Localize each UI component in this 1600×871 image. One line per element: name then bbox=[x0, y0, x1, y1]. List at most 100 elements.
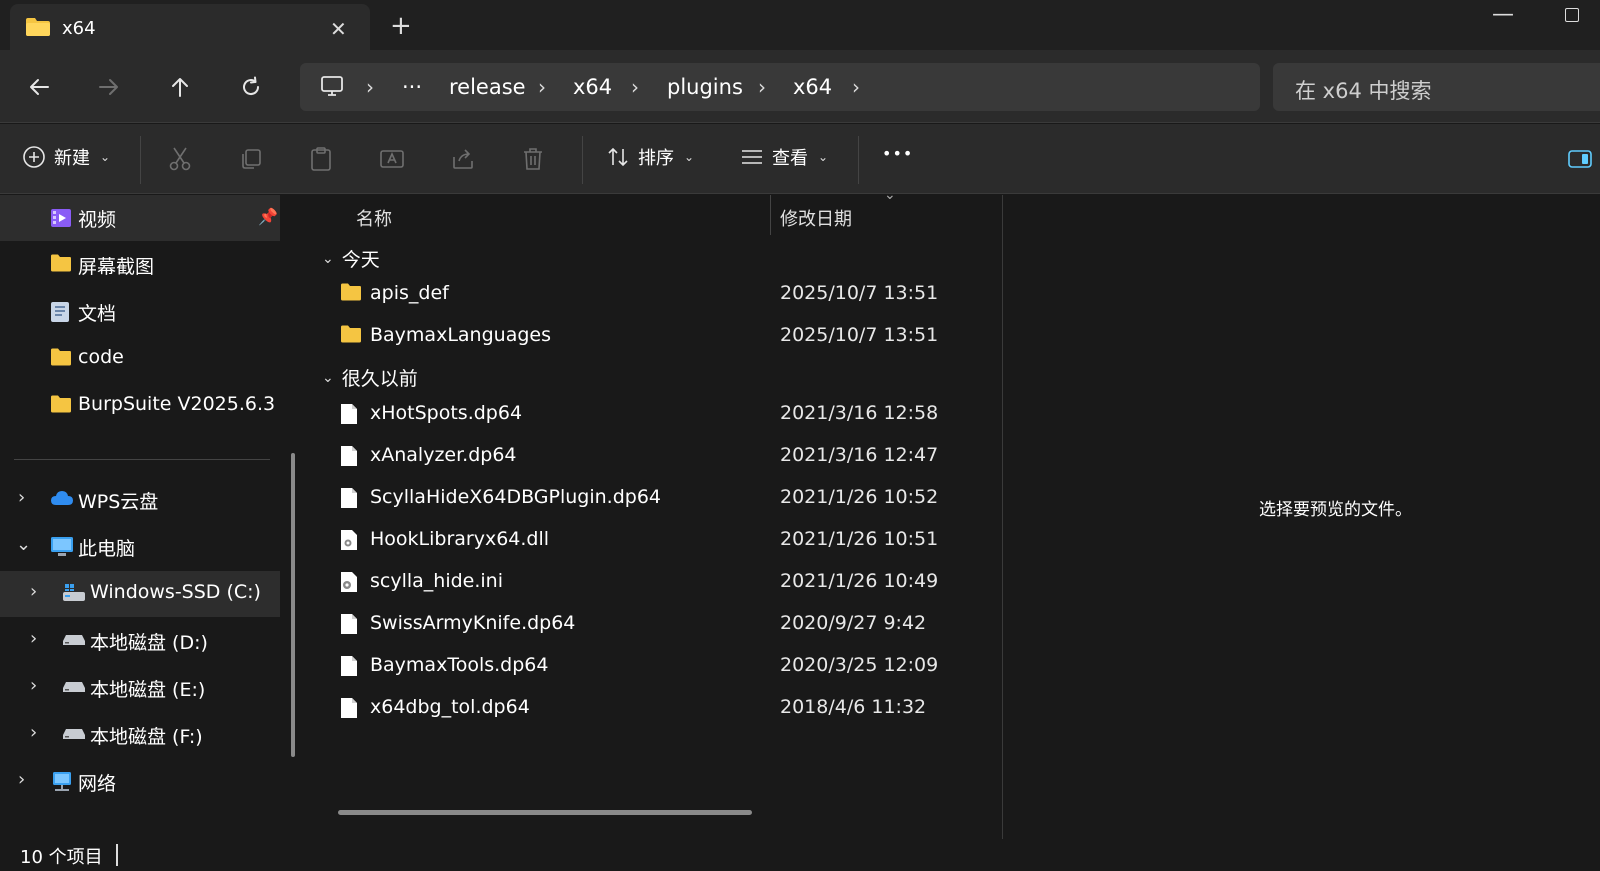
file-row[interactable]: xHotSpots.dp64 2021/3/16 12:58 bbox=[310, 393, 1002, 435]
preview-pane: 选择要预览的文件。 bbox=[1002, 195, 1600, 839]
sidebar-item-drive-d[interactable]: › 本地磁盘 (D:) bbox=[0, 618, 280, 664]
sidebar-item-drive-c[interactable]: › Windows-SSD (C:) bbox=[0, 571, 280, 617]
command-bar: 新建 ⌄ 排序 ⌄ 查看 ⌄ ••• bbox=[0, 124, 1600, 194]
chevron-right-icon[interactable]: › bbox=[18, 769, 25, 790]
sidebar-item-network[interactable]: › 网络 bbox=[0, 759, 280, 805]
chevron-right-icon[interactable]: › bbox=[18, 487, 25, 508]
close-tab-icon[interactable]: ✕ bbox=[330, 17, 347, 41]
file-date: 2021/3/16 12:47 bbox=[780, 444, 939, 466]
paste-icon[interactable] bbox=[307, 145, 335, 173]
view-button[interactable]: 查看 ⌄ bbox=[740, 144, 828, 170]
breadcrumb-x64-current[interactable]: x64 bbox=[793, 75, 832, 99]
file-name: x64dbg_tol.dp64 bbox=[370, 696, 530, 718]
breadcrumb-separator[interactable]: › bbox=[631, 75, 639, 99]
sidebar-divider bbox=[14, 459, 270, 460]
refresh-button[interactable] bbox=[236, 72, 266, 102]
file-icon bbox=[340, 445, 362, 469]
sort-button[interactable]: 排序 ⌄ bbox=[606, 144, 694, 170]
file-date: 2018/4/6 11:32 bbox=[780, 696, 927, 718]
sidebar-item-this-pc[interactable]: ⌄ 此电脑 bbox=[0, 524, 280, 570]
breadcrumb-more[interactable]: ··· bbox=[402, 75, 422, 99]
navigation-bar: › ··· release › x64 › plugins › x64 › 在 … bbox=[0, 50, 1600, 123]
file-row[interactable]: scylla_hide.ini 2021/1/26 10:49 bbox=[310, 561, 1002, 603]
tab-title: x64 bbox=[62, 18, 96, 39]
folder-icon bbox=[25, 17, 51, 41]
breadcrumb-separator[interactable]: › bbox=[852, 75, 860, 99]
cut-icon[interactable] bbox=[166, 145, 194, 173]
sidebar-item-wps-cloud[interactable]: › WPS云盘 bbox=[0, 477, 280, 523]
sidebar-item-documents[interactable]: 文档 bbox=[0, 289, 280, 335]
file-row[interactable]: HookLibraryx64.dll 2021/1/26 10:51 bbox=[310, 519, 1002, 561]
copy-icon[interactable] bbox=[237, 145, 265, 173]
file-name: SwissArmyKnife.dp64 bbox=[370, 612, 576, 634]
breadcrumb-separator[interactable]: › bbox=[758, 75, 766, 99]
chevron-right-icon[interactable]: › bbox=[30, 628, 37, 649]
sidebar-item-label: 此电脑 bbox=[78, 538, 136, 560]
sidebar-item-drive-e[interactable]: › 本地磁盘 (E:) bbox=[0, 665, 280, 711]
folder-icon bbox=[340, 325, 362, 349]
pin-icon[interactable]: 📌 bbox=[258, 207, 278, 226]
back-button[interactable] bbox=[24, 72, 54, 102]
file-date: 2021/3/16 12:58 bbox=[780, 402, 939, 424]
file-date: 2020/9/27 9:42 bbox=[780, 612, 927, 634]
minimize-button[interactable]: — bbox=[1492, 2, 1514, 27]
sidebar-scrollbar[interactable] bbox=[291, 453, 295, 757]
sidebar-item-videos[interactable]: 视频 📌 bbox=[0, 195, 280, 241]
new-tab-button[interactable]: + bbox=[390, 11, 412, 41]
rename-icon[interactable] bbox=[378, 145, 406, 173]
preview-pane-toggle-icon[interactable] bbox=[1566, 145, 1594, 173]
sidebar-item-burpsuite[interactable]: BurpSuite V2025.6.3 bbox=[0, 383, 280, 429]
sidebar-item-label: 本地磁盘 (D:) bbox=[90, 632, 208, 654]
tab-x64[interactable]: x64 ✕ bbox=[10, 4, 370, 50]
breadcrumb-separator[interactable]: › bbox=[366, 75, 374, 99]
file-row[interactable]: BaymaxLanguages 2025/10/7 13:51 bbox=[310, 315, 1002, 357]
chevron-right-icon[interactable]: › bbox=[30, 722, 37, 743]
file-icon bbox=[340, 613, 362, 637]
preview-placeholder: 选择要预览的文件。 bbox=[1259, 500, 1412, 520]
address-bar[interactable]: › ··· release › x64 › plugins › x64 › bbox=[300, 63, 1260, 111]
chevron-right-icon[interactable]: › bbox=[30, 581, 37, 602]
sidebar-item-label: 视频 bbox=[78, 209, 117, 231]
sidebar-item-label: 本地磁盘 (F:) bbox=[90, 726, 203, 748]
delete-icon[interactable] bbox=[519, 145, 547, 173]
group-label: 今天 bbox=[341, 249, 380, 271]
drive-icon bbox=[62, 724, 85, 746]
file-row[interactable]: x64dbg_tol.dp64 2018/4/6 11:32 bbox=[310, 687, 1002, 729]
toolbar-divider bbox=[140, 136, 141, 184]
sidebar-item-label: code bbox=[78, 346, 124, 368]
breadcrumb-x64[interactable]: x64 bbox=[573, 75, 612, 99]
file-row[interactable]: BaymaxTools.dp64 2020/3/25 12:09 bbox=[310, 645, 1002, 687]
sidebar-item-label: Windows-SSD (C:) bbox=[90, 581, 261, 603]
file-row[interactable]: ScyllaHideX64DBGPlugin.dp64 2021/1/26 10… bbox=[310, 477, 1002, 519]
breadcrumb-release[interactable]: release bbox=[449, 75, 526, 99]
column-divider[interactable] bbox=[770, 195, 771, 235]
arrow-left-icon bbox=[30, 79, 49, 95]
group-header-today[interactable]: ⌄ 今天 bbox=[322, 245, 380, 272]
up-button[interactable] bbox=[165, 72, 195, 102]
share-icon[interactable] bbox=[449, 145, 477, 173]
column-header-name[interactable]: 名称 bbox=[356, 205, 392, 231]
breadcrumb-separator[interactable]: › bbox=[538, 75, 546, 99]
folder-icon bbox=[50, 348, 72, 370]
search-box[interactable]: 在 x64 中搜索 bbox=[1273, 63, 1600, 111]
sidebar-item-code[interactable]: code bbox=[0, 336, 280, 382]
sidebar-item-drive-f[interactable]: › 本地磁盘 (F:) bbox=[0, 712, 280, 758]
chevron-right-icon[interactable]: › bbox=[30, 675, 37, 696]
more-options-button[interactable]: ••• bbox=[882, 144, 913, 163]
search-input[interactable]: 在 x64 中搜索 bbox=[1295, 75, 1432, 105]
breadcrumb-plugins[interactable]: plugins bbox=[667, 75, 743, 99]
file-row[interactable]: SwissArmyKnife.dp64 2020/9/27 9:42 bbox=[310, 603, 1002, 645]
folder-icon bbox=[340, 283, 362, 307]
chevron-down-icon[interactable]: ⌄ bbox=[16, 534, 31, 555]
file-name: xHotSpots.dp64 bbox=[370, 402, 523, 424]
horizontal-scrollbar[interactable] bbox=[338, 810, 752, 815]
group-header-long-ago[interactable]: ⌄ 很久以前 bbox=[322, 364, 418, 391]
new-button[interactable]: 新建 ⌄ bbox=[22, 144, 110, 170]
file-row[interactable]: apis_def 2025/10/7 13:51 bbox=[310, 273, 1002, 315]
arrow-up-icon bbox=[172, 78, 188, 97]
file-row[interactable]: xAnalyzer.dp64 2021/3/16 12:47 bbox=[310, 435, 1002, 477]
column-header-date[interactable]: 修改日期 bbox=[780, 205, 852, 231]
maximize-button[interactable] bbox=[1565, 8, 1579, 22]
sidebar-item-screenshots[interactable]: 屏幕截图 bbox=[0, 242, 280, 288]
forward-button[interactable] bbox=[94, 72, 124, 102]
